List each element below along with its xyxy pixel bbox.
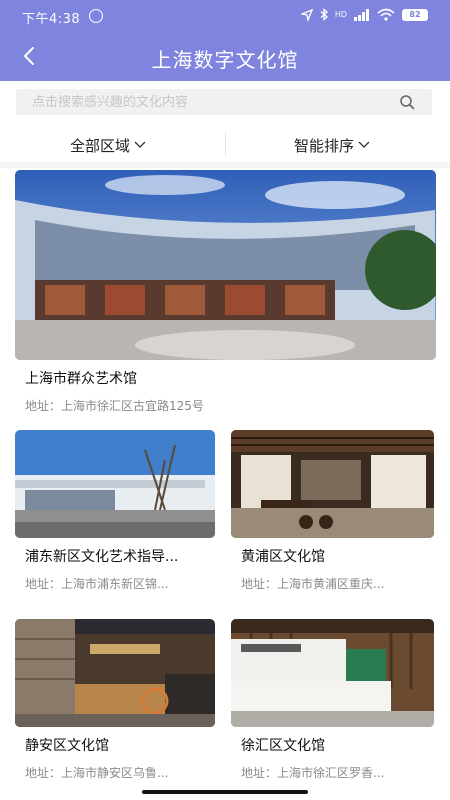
wifi-icon (377, 8, 395, 21)
venue-card[interactable]: 静安区文化馆 地址：上海市静安区乌鲁... (15, 619, 215, 781)
venue-name: 浦东新区文化艺术指导... (25, 549, 179, 565)
search-input[interactable] (32, 89, 402, 115)
chevron-down-icon (134, 141, 146, 148)
location-icon (300, 8, 313, 21)
region-filter[interactable]: 全部区域 (70, 128, 146, 162)
nav-bar: 上海数字文化馆 (0, 34, 450, 81)
venue-name: 静安区文化馆 (25, 738, 109, 754)
venue-photo (231, 430, 434, 538)
battery-icon: 82 (402, 8, 428, 21)
home-indicator[interactable] (142, 790, 308, 794)
region-filter-label: 全部区域 (70, 136, 131, 155)
bluetooth-icon (320, 8, 328, 21)
venue-address: 地址：上海市黄浦区重庆... (241, 577, 385, 591)
chevron-down-icon (358, 141, 370, 148)
filter-bar: 全部区域 智能排序 (0, 128, 450, 162)
venue-address: 地址：上海市静安区乌鲁... (25, 766, 169, 780)
status-bar: 下午4:38 HD 82 (0, 0, 450, 34)
venue-card[interactable]: 徐汇区文化馆 地址：上海市徐汇区罗香... (231, 619, 434, 781)
venue-name: 徐汇区文化馆 (241, 738, 325, 754)
venue-card[interactable]: 上海市群众艺术馆 地址：上海市徐汇区古宜路125号 (15, 170, 436, 414)
venue-address: 地址：上海市徐汇区古宜路125号 (25, 399, 204, 413)
sort-filter-label: 智能排序 (294, 136, 355, 155)
signal-icon (354, 8, 369, 21)
venue-photo (15, 619, 215, 727)
network-label: HD (334, 10, 347, 19)
venue-photo (15, 170, 436, 360)
venue-name: 上海市群众艺术馆 (25, 371, 137, 387)
venue-photo (231, 619, 434, 727)
status-time: 下午4:38 (22, 12, 81, 27)
filter-divider (225, 132, 226, 156)
venue-photo (15, 430, 215, 538)
venue-address: 地址：上海市徐汇区罗香... (241, 766, 385, 780)
search-bar[interactable] (16, 89, 432, 115)
page-title: 上海数字文化馆 (151, 48, 299, 72)
status-icons: HD 82 (300, 8, 428, 21)
venue-name: 黄浦区文化馆 (241, 549, 325, 565)
venue-card[interactable]: 黄浦区文化馆 地址：上海市黄浦区重庆... (231, 430, 434, 592)
section-divider (0, 162, 450, 168)
venue-card[interactable]: 浦东新区文化艺术指导... 地址：上海市浦东新区锦... (15, 430, 215, 592)
app-header: 下午4:38 HD 82 上海数字文化馆 (0, 0, 450, 81)
alarm-icon (89, 9, 103, 23)
venue-address: 地址：上海市浦东新区锦... (25, 577, 169, 591)
search-icon[interactable] (399, 94, 415, 110)
sort-filter[interactable]: 智能排序 (294, 128, 370, 162)
